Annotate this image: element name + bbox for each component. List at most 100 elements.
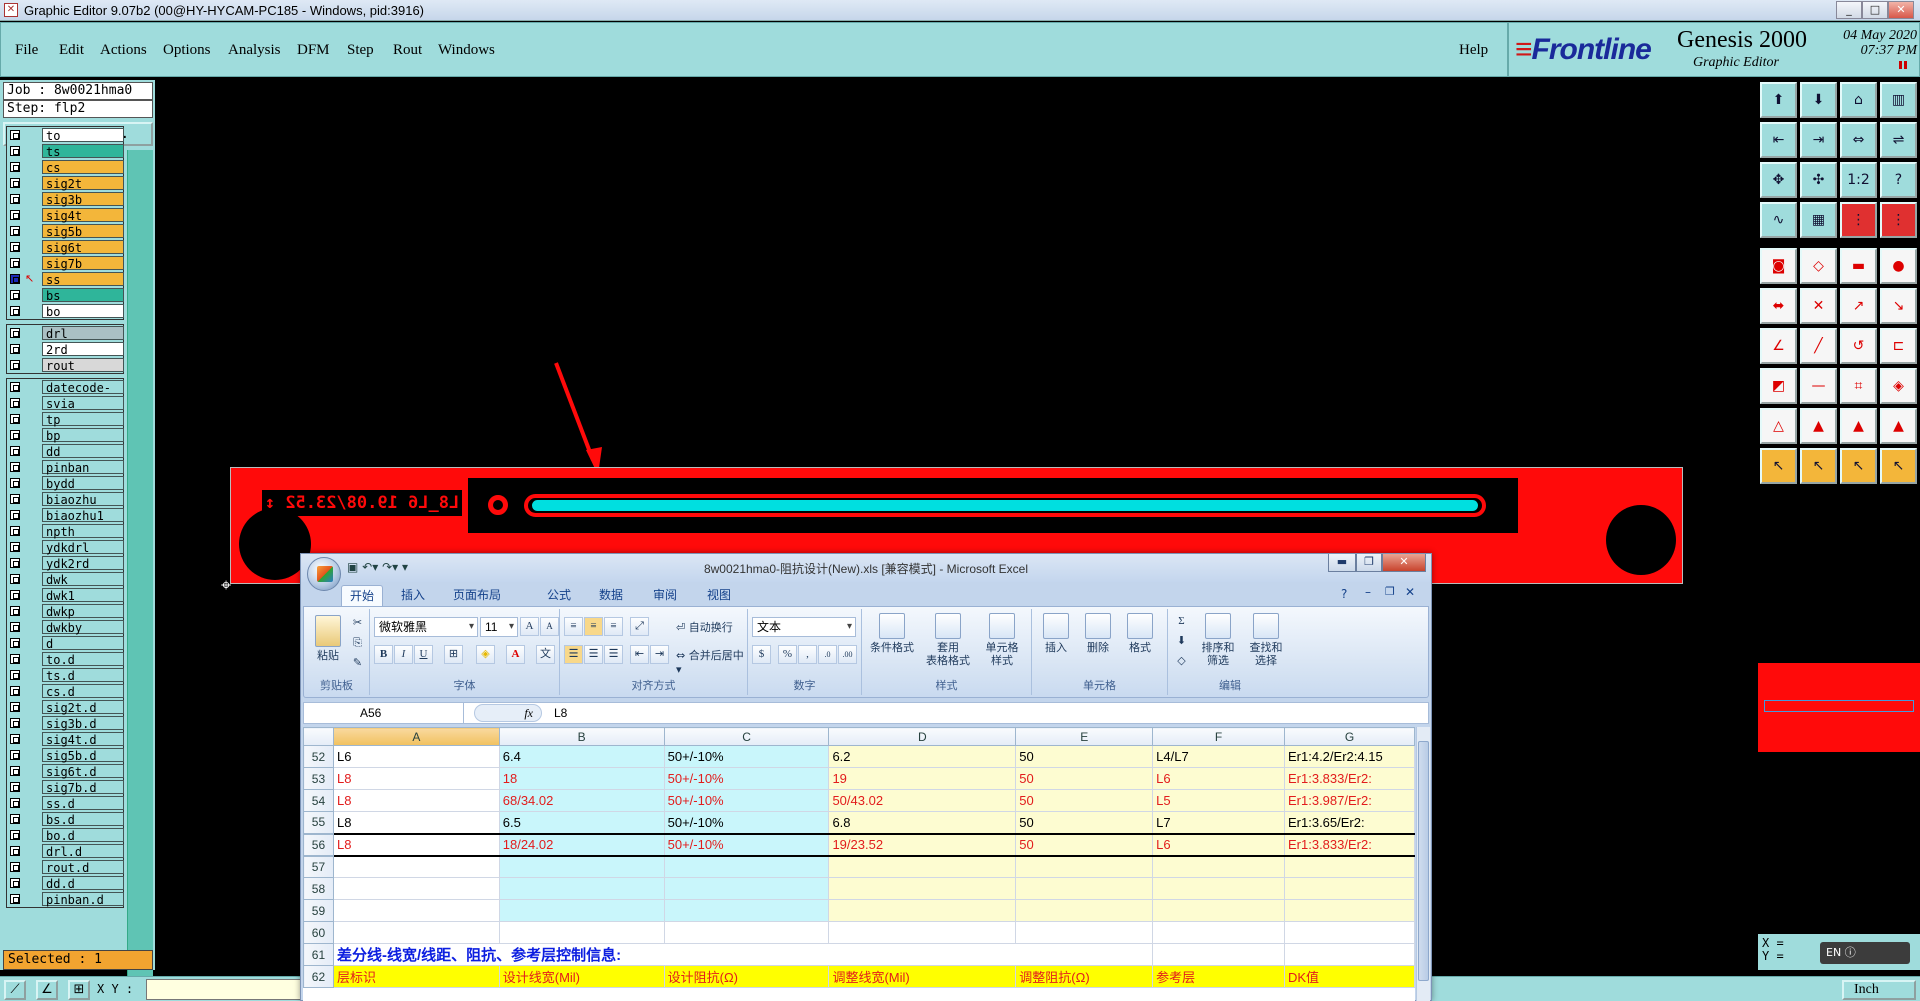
column-header-a[interactable]: A: [332, 727, 500, 746]
cell[interactable]: L6: [1152, 832, 1285, 857]
layer-row[interactable]: svia: [7, 395, 124, 411]
cell[interactable]: 18: [498, 767, 665, 790]
layer-row[interactable]: sig5b: [7, 223, 124, 239]
ribbon-minimize-icon[interactable]: –: [1365, 585, 1371, 599]
tab-home[interactable]: 开始: [341, 585, 384, 606]
cell[interactable]: 50+/-10%: [663, 811, 830, 834]
row-header[interactable]: 52: [303, 745, 334, 768]
increase-indent-icon[interactable]: ⇥: [650, 645, 669, 664]
cell[interactable]: [1152, 899, 1285, 922]
tab-view[interactable]: 视图: [699, 585, 739, 606]
font-name-select[interactable]: 微软雅黑: [374, 617, 478, 637]
layer-name[interactable]: cs: [42, 160, 124, 175]
cell[interactable]: L8: [332, 789, 500, 812]
layer-row[interactable]: ss.d: [7, 795, 124, 811]
layer-row[interactable]: ydkdrl: [7, 539, 124, 555]
cell[interactable]: L6: [1152, 767, 1285, 790]
row-header[interactable]: 55: [303, 811, 334, 834]
cell[interactable]: [332, 877, 500, 900]
layer-row[interactable]: ↖ ss: [7, 271, 124, 287]
cell[interactable]: 差分线-线宽/线距、阻抗、参考层控制信息:: [332, 943, 1154, 966]
menu-edit[interactable]: Edit: [59, 42, 84, 59]
cell[interactable]: [1284, 921, 1415, 944]
layer-row[interactable]: 2rd: [7, 341, 124, 357]
cell[interactable]: [1152, 855, 1285, 878]
layer-name[interactable]: pinban: [42, 460, 124, 475]
layer-row[interactable]: sig4t.d: [7, 731, 124, 747]
row-header[interactable]: 62: [303, 965, 334, 988]
layer-display-checkbox[interactable]: [10, 242, 20, 252]
layer-row[interactable]: d: [7, 635, 124, 651]
layer-display-checkbox[interactable]: [10, 846, 20, 856]
layer-display-checkbox[interactable]: [10, 306, 20, 316]
cell[interactable]: 19/23.52: [828, 832, 1017, 857]
layer-display-checkbox[interactable]: [10, 622, 20, 632]
align-right-icon[interactable]: ☰: [604, 645, 623, 664]
menu-options[interactable]: Options: [163, 42, 211, 59]
number-format-select[interactable]: 文本: [752, 617, 856, 637]
customize-icon[interactable]: ▾: [402, 560, 408, 574]
minimize-button[interactable]: _: [1836, 1, 1862, 19]
cell[interactable]: 参考层: [1152, 965, 1285, 988]
cell[interactable]: 68/34.02: [498, 789, 665, 812]
layer-name[interactable]: cs.d: [42, 684, 124, 699]
cross-icon[interactable]: ✕: [1800, 288, 1837, 324]
cell[interactable]: L6: [332, 745, 500, 768]
undo-icon[interactable]: ↶▾: [362, 560, 378, 574]
mountain-icon[interactable]: ▲: [1880, 408, 1917, 444]
cell[interactable]: [1284, 943, 1415, 966]
layer-name[interactable]: svia: [42, 396, 124, 411]
find-select-button[interactable]: 查找和 选择: [1244, 613, 1288, 668]
layer-name[interactable]: dwkp: [42, 604, 124, 619]
cell[interactable]: [332, 899, 500, 922]
layer-display-checkbox[interactable]: [10, 798, 20, 808]
layer-row[interactable]: dwk1: [7, 587, 124, 603]
layer-name[interactable]: drl.d: [42, 844, 124, 859]
copy-icon[interactable]: ⎘: [348, 635, 367, 654]
filter-icon[interactable]: ⋮: [1880, 202, 1917, 238]
layer-row[interactable]: rout: [7, 357, 124, 373]
layer-display-checkbox[interactable]: [10, 542, 20, 552]
cell[interactable]: [1152, 877, 1285, 900]
layer-display-checkbox[interactable]: [10, 210, 20, 220]
layer-name[interactable]: biaozhu1: [42, 508, 124, 523]
menu-file[interactable]: File: [15, 42, 38, 59]
slash-icon[interactable]: ╱: [1800, 328, 1837, 364]
menu-dfm[interactable]: DFM: [297, 42, 330, 59]
layer-row[interactable]: bs: [7, 287, 124, 303]
autosum-icon[interactable]: Σ: [1172, 613, 1191, 632]
layer-row[interactable]: cs.d: [7, 683, 124, 699]
layer-name[interactable]: sig2t: [42, 176, 124, 191]
layer-name[interactable]: bp: [42, 428, 124, 443]
layer-row[interactable]: to: [7, 127, 124, 143]
cell[interactable]: Er1:3.65/Er2:: [1284, 811, 1415, 834]
cell[interactable]: [1284, 877, 1415, 900]
underline-button[interactable]: U: [414, 645, 433, 664]
layer-row[interactable]: bs.d: [7, 811, 124, 827]
grid-tool-icon[interactable]: ⊞: [68, 980, 90, 1000]
layer-name[interactable]: ydkdrl: [42, 540, 124, 555]
layout-icon[interactable]: ▥: [1880, 82, 1917, 118]
layer-name[interactable]: pinban.d: [42, 892, 124, 907]
layer-display-checkbox[interactable]: [10, 766, 20, 776]
layer-row[interactable]: bo.d: [7, 827, 124, 843]
currency-icon[interactable]: $: [752, 645, 771, 664]
menu-actions[interactable]: Actions: [100, 42, 147, 59]
column-header-g[interactable]: G: [1284, 727, 1415, 746]
view-rect[interactable]: [1764, 700, 1914, 712]
layer-display-checkbox[interactable]: [10, 654, 20, 664]
zoom-preview[interactable]: [1758, 663, 1920, 752]
layer-display-checkbox[interactable]: [10, 478, 20, 488]
layer-display-checkbox[interactable]: [10, 430, 20, 440]
layer-name[interactable]: rout.d: [42, 860, 124, 875]
layer-name[interactable]: to.d: [42, 652, 124, 667]
formula-input[interactable]: L8: [554, 703, 567, 723]
column-header-c[interactable]: C: [663, 727, 830, 746]
layer-display-checkbox[interactable]: [10, 526, 20, 536]
layer-display-checkbox[interactable]: [10, 686, 20, 696]
cell[interactable]: Er1:3.987/Er2:: [1284, 789, 1415, 812]
ribbon-close-icon[interactable]: ✕: [1405, 585, 1415, 599]
cell[interactable]: L8: [332, 832, 500, 857]
line-icon[interactable]: ∠: [1760, 328, 1797, 364]
layer-name[interactable]: biaozhu: [42, 492, 124, 507]
